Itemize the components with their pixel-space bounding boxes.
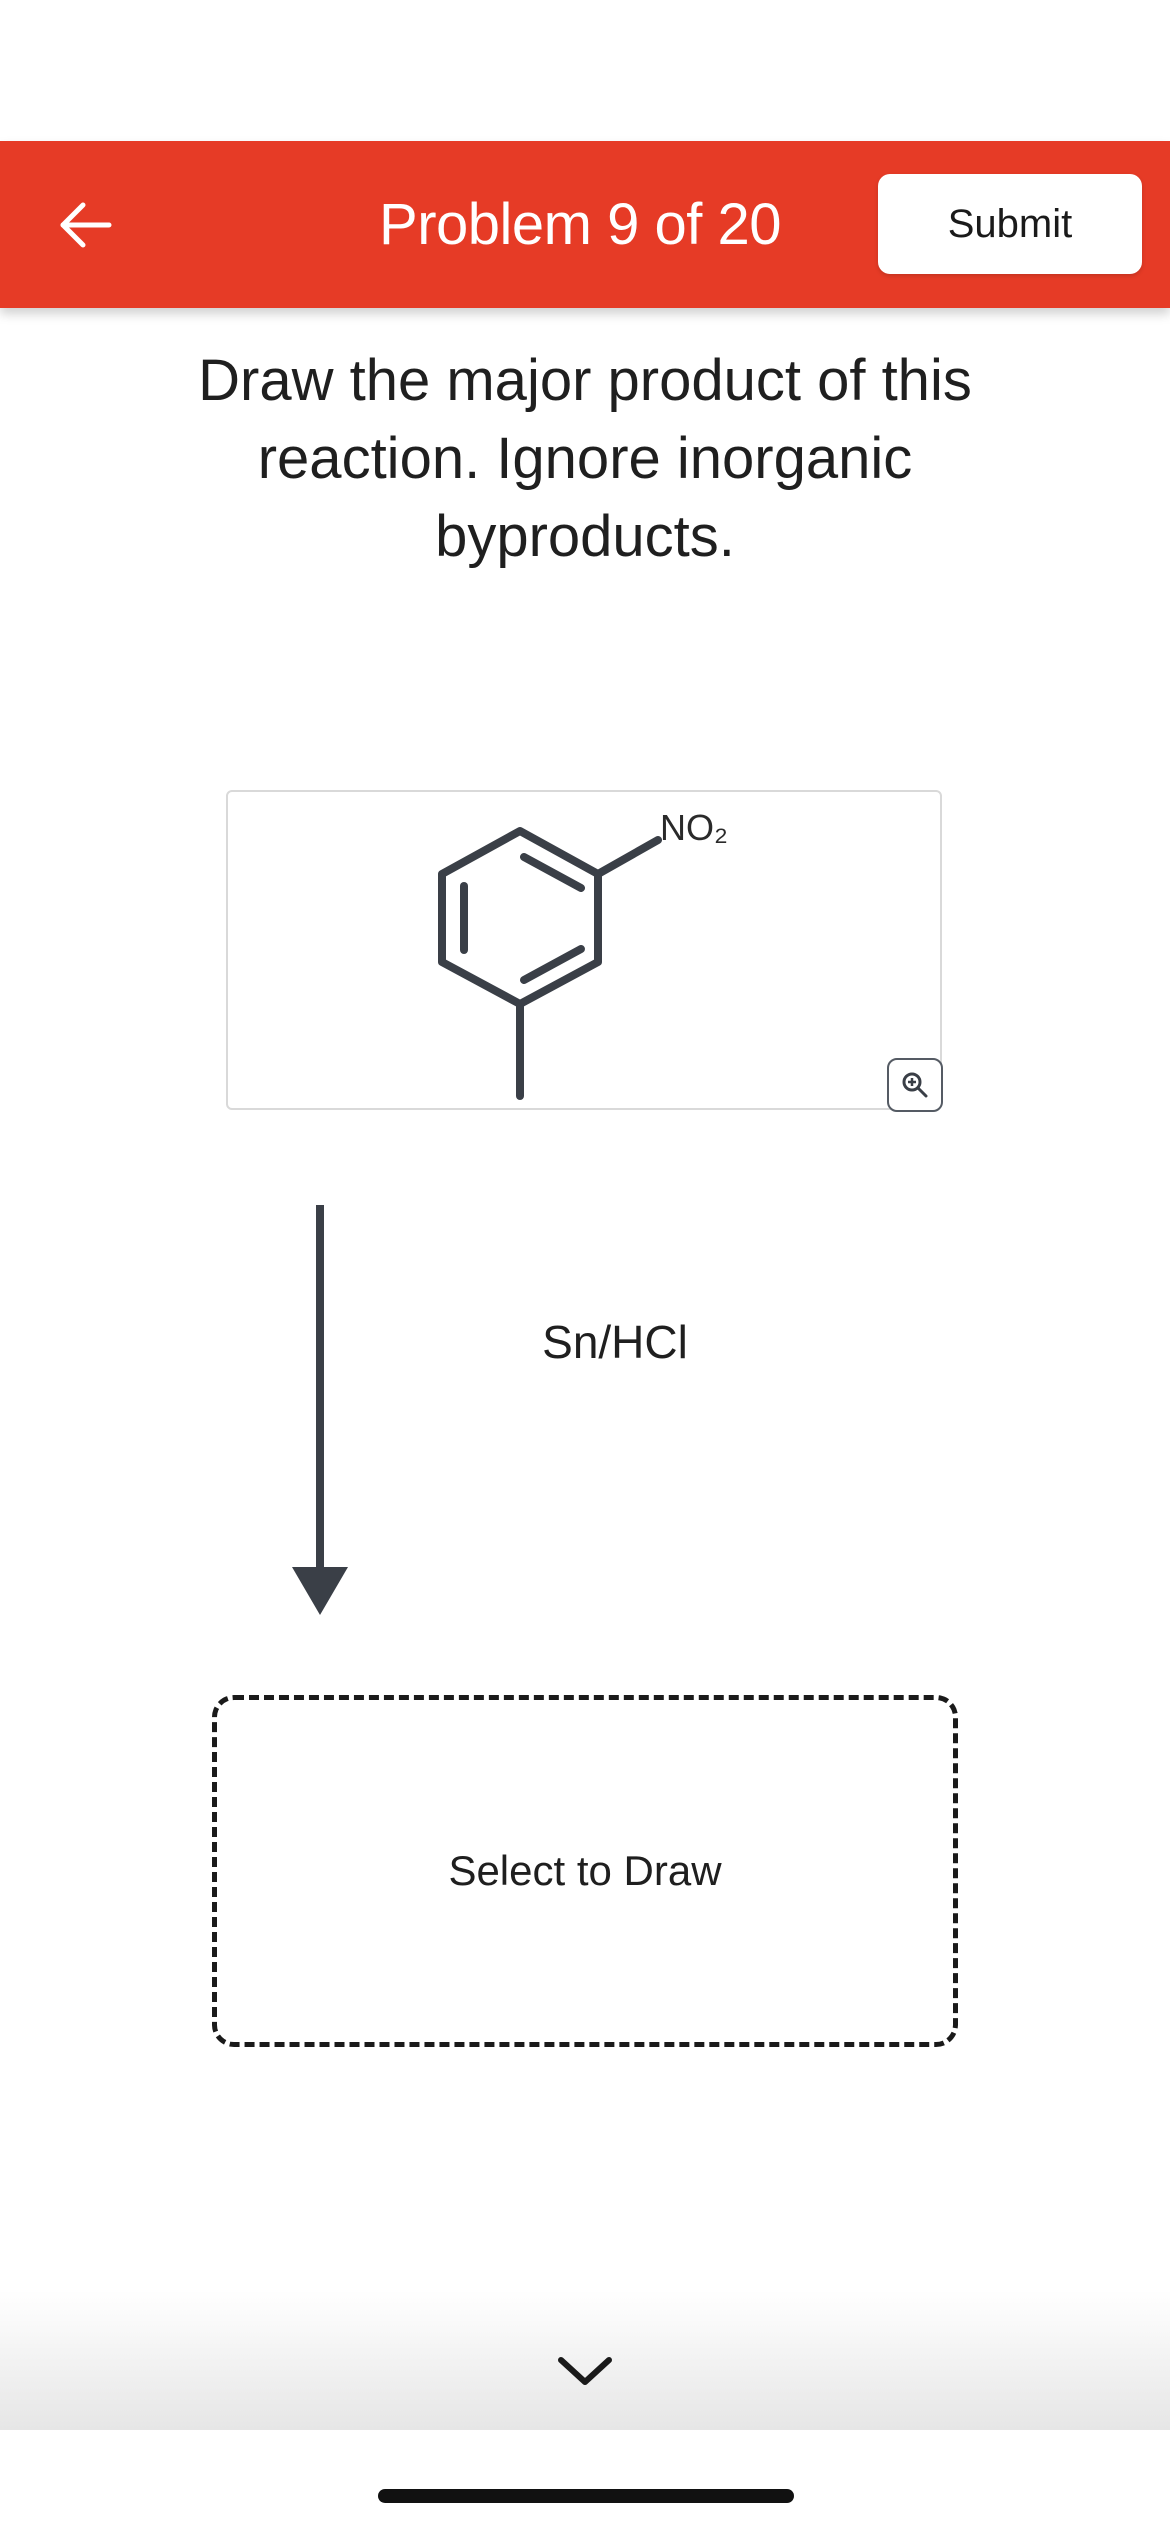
chevron-down-icon <box>558 2357 612 2385</box>
home-indicator <box>378 2489 794 2503</box>
scroll-down-button[interactable] <box>550 2345 620 2395</box>
question-text: Draw the major product of this reaction.… <box>198 348 972 569</box>
page-title: Problem 9 of 20 <box>379 192 781 257</box>
submit-button[interactable]: Submit <box>878 174 1142 274</box>
draw-answer-area[interactable]: Select to Draw <box>212 1695 958 2047</box>
back-button[interactable] <box>40 171 130 279</box>
zoom-button[interactable] <box>887 1058 943 1112</box>
problem-page: Problem 9 of 20 Submit Draw the major pr… <box>0 0 1170 2532</box>
zoom-in-icon <box>902 1072 928 1098</box>
nitro-label: NO₂ <box>660 807 728 848</box>
header-bar: Problem 9 of 20 Submit <box>0 141 1170 308</box>
arrow-left-icon <box>60 202 112 248</box>
nitro-bond <box>594 836 662 878</box>
status-bar-area <box>0 0 1170 141</box>
reactant-molecule: NO₂ <box>438 807 728 1100</box>
reactant-structure-box: NO₂ <box>226 790 943 1112</box>
reagent-label: Sn/HCl <box>542 1316 688 1368</box>
reaction-arrow <box>292 1205 348 1615</box>
draw-area-label: Select to Draw <box>448 1847 722 1894</box>
home-strip <box>0 2430 1170 2532</box>
